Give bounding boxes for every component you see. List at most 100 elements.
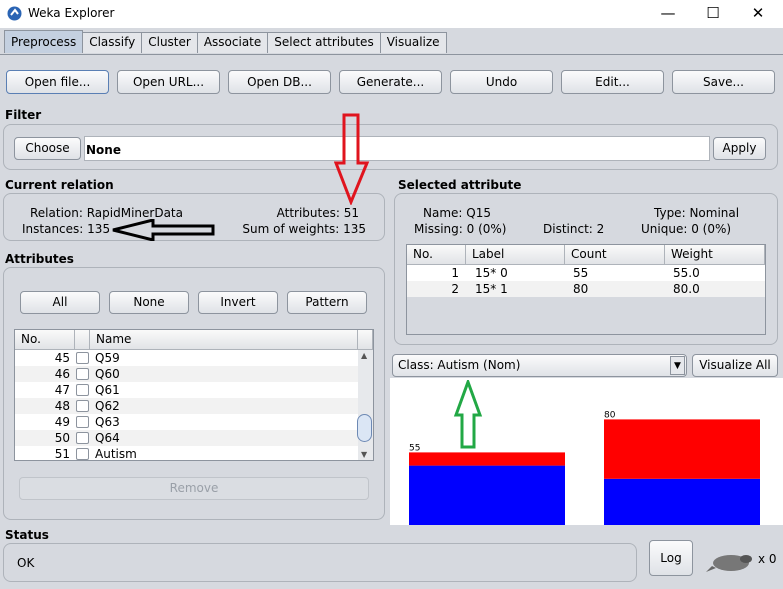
name-value: Q15 bbox=[466, 206, 491, 220]
weka-bird-icon bbox=[706, 555, 752, 572]
tab-visualize[interactable]: Visualize bbox=[379, 32, 447, 53]
tab-associate[interactable]: Associate bbox=[196, 32, 269, 53]
select-all-button[interactable]: All bbox=[20, 291, 100, 314]
row-weight: 55.0 bbox=[673, 266, 700, 280]
status-text: OK bbox=[17, 556, 35, 570]
tab-preprocess[interactable]: Preprocess bbox=[4, 30, 84, 53]
maximize-button[interactable]: ☐ bbox=[693, 2, 733, 24]
column-corner bbox=[358, 330, 373, 350]
black-arrow-annotation bbox=[112, 219, 215, 241]
remove-button[interactable]: Remove bbox=[19, 477, 369, 500]
red-arrow-annotation bbox=[334, 113, 370, 205]
row-number: 47 bbox=[54, 383, 70, 397]
column-weight[interactable]: Weight bbox=[665, 245, 765, 265]
undo-button[interactable]: Undo bbox=[450, 70, 553, 94]
select-none-button[interactable]: None bbox=[109, 291, 189, 314]
row-name: Q64 bbox=[95, 431, 120, 445]
table-row[interactable]: 48 Q62 bbox=[15, 398, 358, 414]
green-arrow-annotation bbox=[453, 380, 483, 449]
scroll-thumb[interactable] bbox=[357, 414, 372, 442]
open-db-button[interactable]: Open DB... bbox=[228, 70, 331, 94]
minimize-button[interactable]: — bbox=[648, 2, 688, 24]
title-bar: Weka Explorer — ☐ ✕ bbox=[0, 0, 783, 28]
pattern-button[interactable]: Pattern bbox=[287, 291, 367, 314]
bar-segment bbox=[409, 452, 565, 466]
column-label[interactable]: Label bbox=[466, 245, 565, 265]
edit-button[interactable]: Edit... bbox=[561, 70, 664, 94]
open-url-button[interactable]: Open URL... bbox=[117, 70, 220, 94]
row-weight: 80.0 bbox=[673, 282, 700, 296]
missing-info: Missing: 0 (0%) bbox=[414, 222, 506, 236]
scrollbar[interactable]: ▲ ▼ bbox=[357, 350, 373, 460]
row-checkbox[interactable] bbox=[76, 432, 89, 444]
unique-value: 0 (0%) bbox=[691, 222, 732, 236]
row-checkbox[interactable] bbox=[76, 416, 89, 428]
distinct-info: Distinct: 2 bbox=[543, 222, 604, 236]
visualize-all-button[interactable]: Visualize All bbox=[692, 354, 778, 377]
table-row[interactable]: 45 Q59 bbox=[15, 350, 358, 366]
choose-button[interactable]: Choose bbox=[14, 137, 81, 160]
row-name: Q62 bbox=[95, 399, 120, 413]
row-count: 55 bbox=[573, 266, 589, 280]
generate-button[interactable]: Generate... bbox=[339, 70, 442, 94]
row-number: 45 bbox=[54, 351, 70, 365]
status-panel bbox=[3, 543, 637, 582]
log-button[interactable]: Log bbox=[649, 540, 693, 576]
scroll-up-icon[interactable]: ▲ bbox=[361, 351, 367, 360]
table-row[interactable]: 46 Q60 bbox=[15, 366, 358, 382]
tab-select-attributes[interactable]: Select attributes bbox=[267, 32, 381, 53]
table-row[interactable]: 47 Q61 bbox=[15, 382, 358, 398]
window-title: Weka Explorer bbox=[28, 6, 115, 20]
tab-cluster[interactable]: Cluster bbox=[141, 32, 198, 53]
save-button[interactable]: Save... bbox=[672, 70, 775, 94]
row-checkbox[interactable] bbox=[76, 368, 89, 380]
open-file-button[interactable]: Open file... bbox=[6, 70, 109, 94]
row-checkbox[interactable] bbox=[76, 448, 89, 460]
column-count[interactable]: Count bbox=[565, 245, 665, 265]
column-name[interactable]: Name bbox=[90, 330, 358, 350]
row-name: Autism bbox=[95, 447, 137, 461]
tab-classify[interactable]: Classify bbox=[82, 32, 143, 53]
divider bbox=[0, 54, 783, 55]
column-no[interactable]: No. bbox=[15, 330, 75, 350]
status-heading: Status bbox=[5, 528, 49, 542]
filter-field[interactable]: None bbox=[84, 136, 710, 161]
attribute-rows: 45 Q59 46 Q60 47 Q61 48 Q62 49 Q63 50 Q64 51 Autism bbox=[15, 350, 358, 462]
type-info: Type: Nominal bbox=[654, 206, 739, 220]
table-row[interactable]: 51 Autism bbox=[15, 446, 358, 462]
row-label: 15* 0 bbox=[475, 266, 508, 280]
bar-data-label: 55 bbox=[409, 443, 420, 453]
row-checkbox[interactable] bbox=[76, 352, 89, 364]
table-row[interactable]: 50 Q64 bbox=[15, 430, 358, 446]
bar-segment bbox=[604, 478, 760, 525]
selected-attribute-heading: Selected attribute bbox=[398, 178, 522, 192]
type-value: Nominal bbox=[689, 206, 740, 220]
row-checkbox[interactable] bbox=[76, 384, 89, 396]
close-button[interactable]: ✕ bbox=[738, 2, 778, 24]
column-no[interactable]: No. bbox=[407, 245, 466, 265]
row-name: Q60 bbox=[95, 367, 120, 381]
chevron-down-icon[interactable]: ▼ bbox=[670, 356, 685, 375]
row-name: Q59 bbox=[95, 351, 120, 365]
row-count: 80 bbox=[573, 282, 589, 296]
class-dropdown[interactable]: Class: Autism (Nom) ▼ bbox=[392, 354, 687, 377]
row-number: 2 bbox=[451, 282, 459, 296]
column-check[interactable] bbox=[75, 330, 90, 350]
bar-segment bbox=[604, 419, 760, 479]
distinct-value: 2 bbox=[596, 222, 605, 236]
label-table: No. Label Count Weight 1 15* 0 55 55.0 2 15* … bbox=[406, 244, 766, 335]
scroll-down-icon[interactable]: ▼ bbox=[361, 450, 367, 459]
attributes-table: No. Name 45 Q59 46 Q60 47 Q61 48 Q62 49 Q63 50 Q64 5… bbox=[14, 329, 374, 461]
invert-button[interactable]: Invert bbox=[198, 291, 278, 314]
attributes-heading: Attributes bbox=[5, 252, 74, 266]
histogram-svg: 55 80 bbox=[409, 410, 760, 525]
unique-label: Unique: bbox=[641, 222, 688, 236]
task-count: x 0 bbox=[758, 552, 777, 566]
table-row[interactable]: 49 Q63 bbox=[15, 414, 358, 430]
weka-logo-icon bbox=[7, 6, 22, 21]
table-row[interactable]: 1 15* 0 55 55.0 bbox=[407, 265, 765, 281]
row-checkbox[interactable] bbox=[76, 400, 89, 412]
table-row[interactable]: 2 15* 1 80 80.0 bbox=[407, 281, 765, 297]
apply-button[interactable]: Apply bbox=[713, 137, 766, 160]
instances-label: Instances: bbox=[22, 222, 84, 236]
